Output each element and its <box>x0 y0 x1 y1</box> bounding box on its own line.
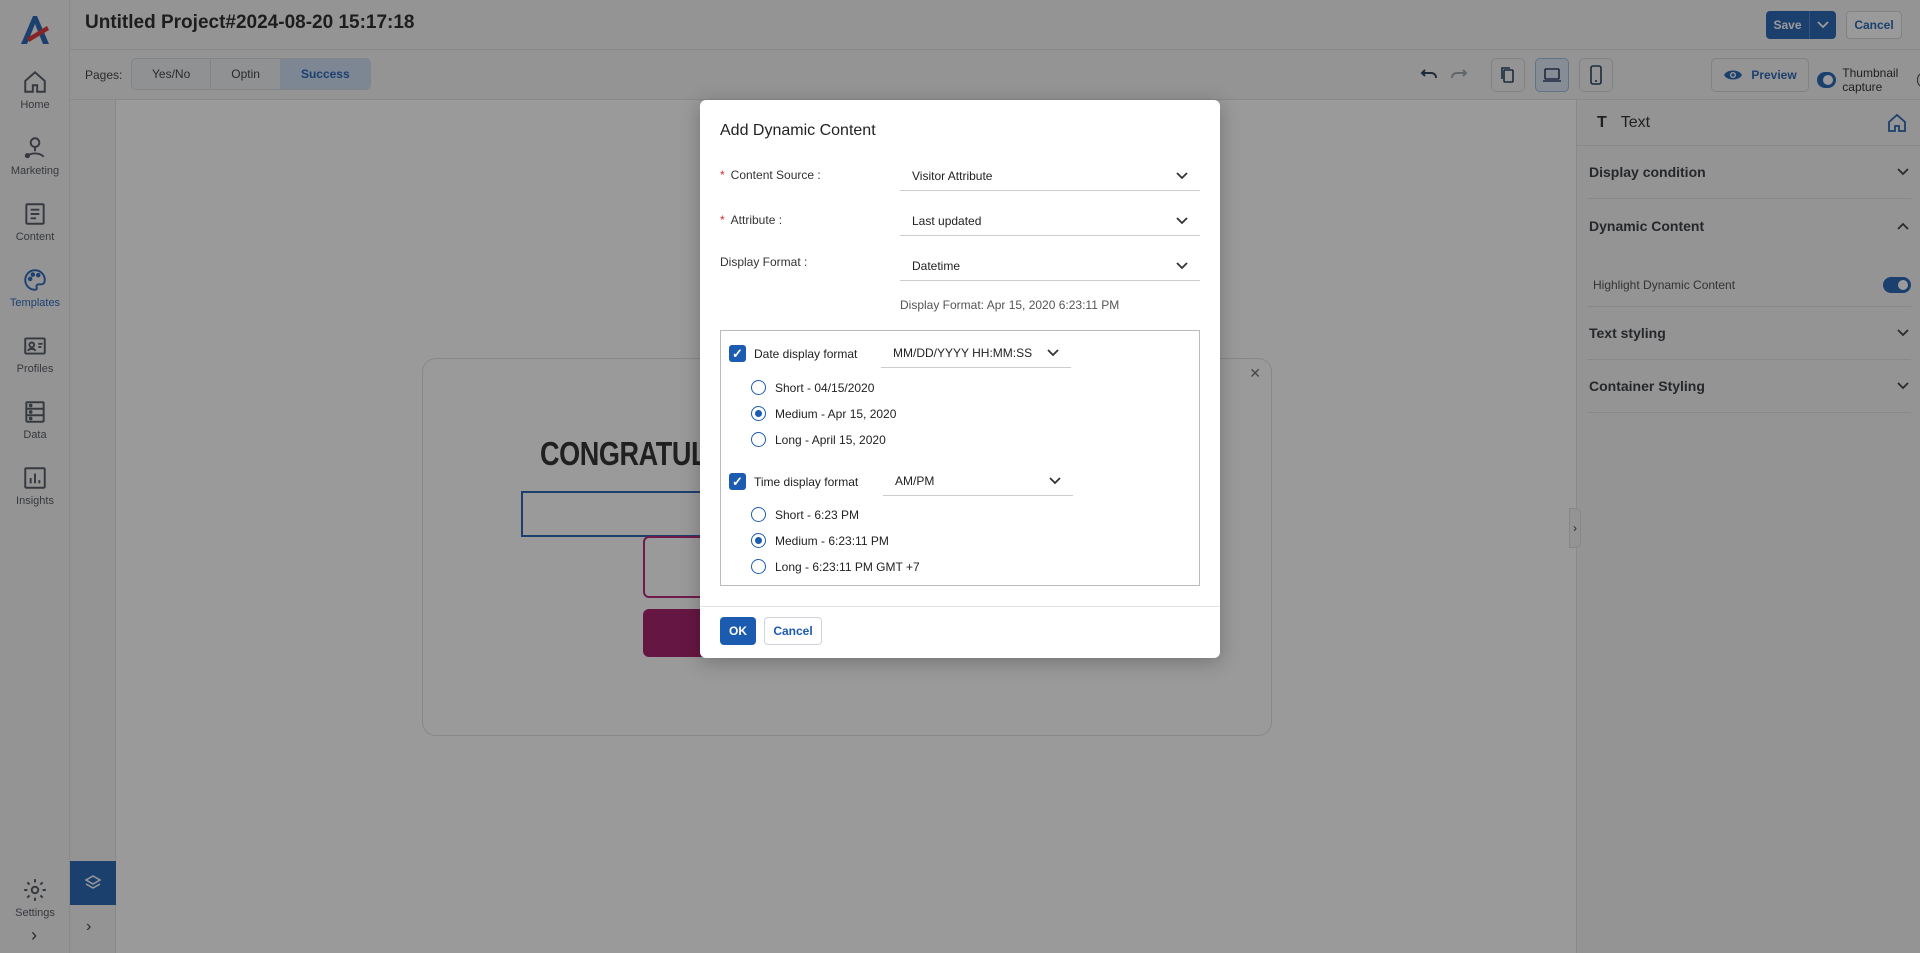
date-format-option-short[interactable]: Short - 04/15/2020 <box>751 380 874 395</box>
date-format-select-value: MM/DD/YYYY HH:MM:SS <box>893 345 1033 360</box>
chevron-down-icon <box>1049 476 1061 484</box>
time-format-checkbox[interactable]: ✓ <box>729 473 746 490</box>
option-label: Short - 6:23 PM <box>775 507 860 522</box>
chevron-down-icon <box>1047 348 1059 356</box>
content-source-select[interactable]: Visitor Attribute <box>900 161 1200 191</box>
display-format-label: Display Format : <box>720 255 808 269</box>
time-format-option-short[interactable]: Short - 6:23 PM <box>751 507 859 522</box>
required-marker: * <box>720 168 725 182</box>
time-format-option-long[interactable]: Long - 6:23:11 PM GMT +7 <box>751 559 920 574</box>
display-format-select[interactable]: Datetime <box>900 251 1200 281</box>
chevron-down-icon <box>1176 216 1188 224</box>
attribute-value: Last updated <box>912 213 982 228</box>
dialog-title: Add Dynamic Content <box>720 122 876 139</box>
radio-button[interactable] <box>751 406 766 421</box>
chevron-down-icon <box>1176 171 1188 179</box>
radio-button[interactable] <box>751 533 766 548</box>
add-dynamic-content-dialog: Add Dynamic Content * Content Source : Vi… <box>700 100 1220 658</box>
content-source-value: Visitor Attribute <box>912 168 993 183</box>
required-marker: * <box>720 213 725 227</box>
time-format-checkbox-row[interactable]: ✓ Time display format <box>729 473 858 490</box>
ok-button[interactable]: OK <box>720 617 756 645</box>
date-format-checkbox[interactable]: ✓ <box>729 345 746 362</box>
option-label: Medium - 6:23:11 PM <box>775 533 889 548</box>
content-source-label: * Content Source : <box>720 168 821 182</box>
date-format-checkbox-row[interactable]: ✓ Date display format <box>729 345 857 362</box>
display-format-value: Datetime <box>912 258 961 273</box>
chevron-down-icon <box>1176 261 1188 269</box>
radio-button[interactable] <box>751 507 766 522</box>
date-format-option-long[interactable]: Long - April 15, 2020 <box>751 432 886 447</box>
format-options-box: ✓ Date display format MM/DD/YYYY HH:MM:S… <box>720 330 1200 586</box>
time-format-select[interactable]: AM/PM <box>883 466 1073 496</box>
radio-button[interactable] <box>751 559 766 574</box>
attribute-label-text: Attribute <box>730 213 776 227</box>
display-format-hint: Display Format: Apr 15, 2020 6:23:11 PM <box>900 298 1120 312</box>
dialog-footer-divider <box>700 606 1220 607</box>
cancel-button[interactable]: Cancel <box>764 617 822 645</box>
option-label: Short - 04/15/2020 <box>775 380 875 395</box>
attribute-label: * Attribute : <box>720 213 783 227</box>
time-format-label: Time display format <box>754 474 859 489</box>
radio-button[interactable] <box>751 432 766 447</box>
date-format-label: Date display format <box>754 346 858 361</box>
time-format-option-medium[interactable]: Medium - 6:23:11 PM <box>751 533 889 548</box>
time-format-select-value: AM/PM <box>895 473 935 488</box>
content-source-label-text: Content Source <box>730 168 815 182</box>
date-format-select[interactable]: MM/DD/YYYY HH:MM:SS <box>881 338 1071 368</box>
display-format-label-text: Display Format <box>720 255 801 269</box>
option-label: Long - 6:23:11 PM GMT +7 <box>775 559 920 574</box>
option-label: Long - April 15, 2020 <box>775 432 886 447</box>
radio-button[interactable] <box>751 380 766 395</box>
option-label: Medium - Apr 15, 2020 <box>775 406 897 421</box>
attribute-select[interactable]: Last updated <box>900 206 1200 236</box>
date-format-option-medium[interactable]: Medium - Apr 15, 2020 <box>751 406 896 421</box>
